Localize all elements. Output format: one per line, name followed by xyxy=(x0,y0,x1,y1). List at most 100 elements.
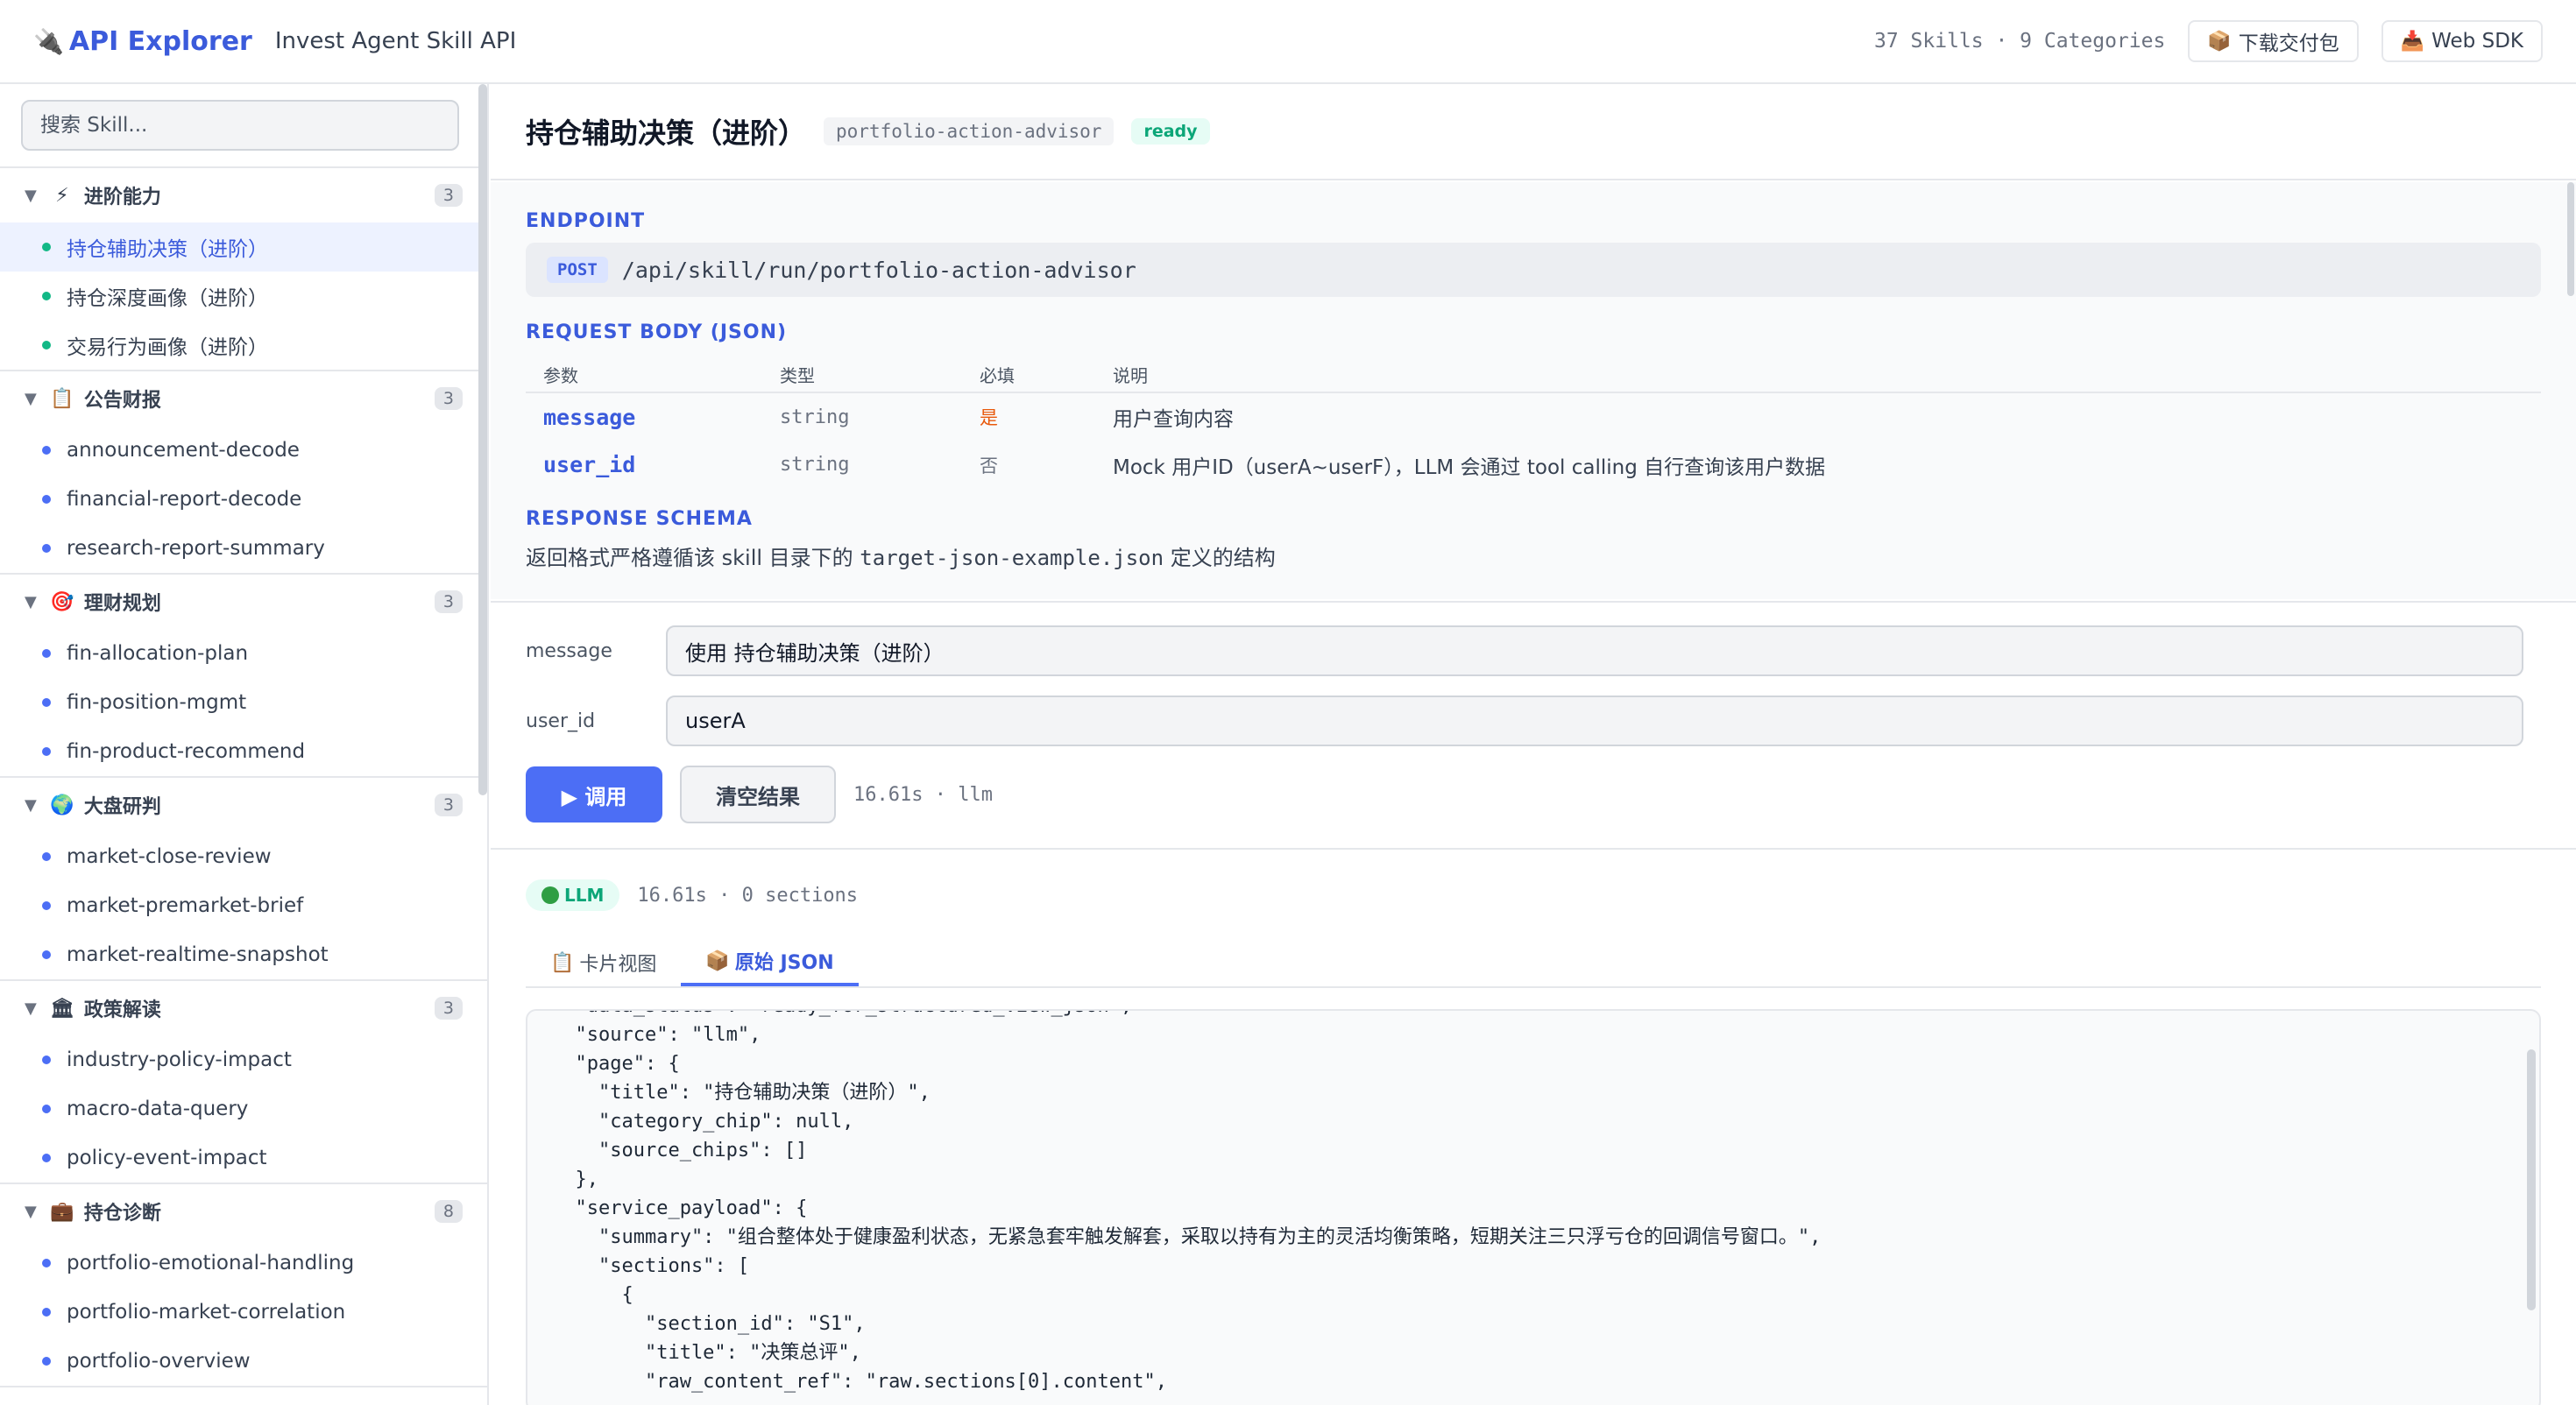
category-header[interactable]: ▼ 🌍 大盘研判 3 xyxy=(0,778,487,832)
sidebar-item-label: macro-data-query xyxy=(67,1098,249,1120)
green-circle-icon xyxy=(541,886,559,904)
col-type: 类型 xyxy=(762,357,962,393)
sidebar-item-label: market-realtime-snapshot xyxy=(67,943,329,966)
sidebar-item[interactable]: industry-policy-impact xyxy=(0,1035,487,1084)
param-type: string xyxy=(780,406,850,428)
bullet-dot-icon xyxy=(42,698,51,707)
schema-note-text-end: 定义的结构 xyxy=(1164,546,1276,570)
bullet-dot-icon xyxy=(42,544,51,553)
bullet-dot-icon xyxy=(42,1105,51,1113)
tab-json-label: 原始 JSON xyxy=(734,952,834,974)
bullet-dot-icon xyxy=(42,1259,51,1267)
run-timing: 16.61s · llm xyxy=(853,783,993,806)
result-tabs: 📋 卡片视图 📦 原始 JSON xyxy=(526,939,2541,988)
sidebar-item[interactable]: macro-data-query xyxy=(0,1084,487,1133)
skill-slug: portfolio-action-advisor xyxy=(824,117,1115,145)
category-count: 3 xyxy=(434,590,463,613)
clear-result-button[interactable]: 清空结果 xyxy=(680,766,836,823)
app-subtitle: Invest Agent Skill API xyxy=(274,28,517,54)
bullet-dot-icon xyxy=(42,649,51,658)
sidebar-item-label: portfolio-market-correlation xyxy=(67,1301,346,1324)
web-sdk-button[interactable]: 📥 Web SDK xyxy=(2381,20,2543,62)
table-row: message string 是 用户查询内容 xyxy=(526,392,2541,441)
bullet-dot-icon xyxy=(42,1357,51,1366)
params-header-row: 参数 类型 必填 说明 xyxy=(526,357,2541,393)
sidebar-item[interactable]: portfolio-overview xyxy=(0,1337,487,1386)
category-header[interactable]: ▼ 🎯 理财规划 3 xyxy=(0,575,487,629)
schema-file-name: target-json-example.json xyxy=(860,546,1164,570)
sidebar-item[interactable]: financial-report-decode xyxy=(0,475,487,524)
json-line: "raw_content_ref": "raw.sections[0].cont… xyxy=(552,1371,1167,1393)
category-header[interactable]: ▼ ⚡ 进阶能力 3 xyxy=(0,168,487,222)
sidebar-item-label: fin-allocation-plan xyxy=(67,642,249,665)
caret-down-icon: ▼ xyxy=(25,795,37,815)
main-panel: 持仓辅助决策（进阶） portfolio-action-advisor read… xyxy=(491,84,2576,1405)
category-group: ▼ 🎯 理财规划 3 fin-allocation-plan fin-position-m… xyxy=(0,575,487,778)
skill-title: 持仓辅助决策（进阶） xyxy=(526,116,807,150)
sidebar-item[interactable]: portfolio-emotional-handling xyxy=(0,1239,487,1288)
invoke-button[interactable]: ▶ 调用 xyxy=(526,766,662,823)
package-icon: 📦 xyxy=(2207,30,2232,53)
category-group: ▼ 🏛 政策解读 3 industry-policy-impact macro-data-… xyxy=(0,981,487,1184)
brand[interactable]: 🔌 API Explorer xyxy=(33,26,252,57)
user-id-input[interactable] xyxy=(666,695,2523,746)
sidebar-item[interactable]: 交易行为画像（进阶） xyxy=(0,321,487,370)
category-header[interactable]: ▼ 💼 持仓诊断 8 xyxy=(0,1184,487,1239)
col-param: 参数 xyxy=(526,357,762,393)
bullet-dot-icon xyxy=(42,950,51,959)
result-header: LLM 16.61s · 0 sections xyxy=(526,851,2541,939)
sidebar-item[interactable]: fin-allocation-plan xyxy=(0,629,487,678)
doc-scrollbar[interactable] xyxy=(2567,182,2574,296)
caret-down-icon: ▼ xyxy=(25,186,37,205)
json-content: "data_status": "ready_for_structured_vie… xyxy=(527,1011,2539,1396)
download-package-button[interactable]: 📦 下载交付包 xyxy=(2188,20,2359,62)
sidebar-item[interactable]: research-report-summary xyxy=(0,524,487,573)
sidebar-item-label: 交易行为画像（进阶） xyxy=(67,336,268,359)
category-icon: 📋 xyxy=(50,387,74,410)
tab-raw-json[interactable]: 📦 原始 JSON xyxy=(681,939,859,986)
category-icon: 💼 xyxy=(50,1200,74,1223)
sidebar-scrollbar[interactable] xyxy=(478,84,487,795)
category-count: 3 xyxy=(434,184,463,207)
bullet-dot-icon xyxy=(42,901,51,910)
json-scrollbar[interactable] xyxy=(2527,1049,2536,1310)
category-header[interactable]: ▼ 🏛 政策解读 3 xyxy=(0,981,487,1035)
json-line: "service_payload": { xyxy=(552,1197,808,1219)
json-line: "source": "llm", xyxy=(552,1024,761,1046)
sidebar-item[interactable]: market-realtime-snapshot xyxy=(0,930,487,979)
tab-card-view[interactable]: 📋 卡片视图 xyxy=(526,939,681,986)
category-name: 进阶能力 xyxy=(83,187,161,208)
response-schema-label: RESPONSE SCHEMA xyxy=(526,508,753,530)
skill-search-input[interactable] xyxy=(21,100,459,151)
json-line: { xyxy=(552,1284,633,1306)
user-id-row: user_id xyxy=(526,695,2541,746)
json-line: "category_chip": null, xyxy=(552,1111,854,1133)
sidebar-item[interactable]: announcement-decode xyxy=(0,426,487,475)
param-desc: Mock 用户ID（userA~userF），LLM 会通过 tool call… xyxy=(1113,455,1826,479)
bullet-dot-icon xyxy=(42,341,51,349)
json-line: "section_id": "S1", xyxy=(552,1313,866,1335)
download-package-label: 下载交付包 xyxy=(2238,32,2339,55)
tab-card-label: 卡片视图 xyxy=(579,954,657,976)
category-name: 大盘研判 xyxy=(83,796,161,818)
sidebar-item-label: research-report-summary xyxy=(67,537,325,560)
sidebar-item[interactable]: policy-event-impact xyxy=(0,1133,487,1183)
json-line: "source_chips": [] xyxy=(552,1140,808,1161)
sidebar-item[interactable]: fin-product-recommend xyxy=(0,727,487,776)
sidebar-item[interactable]: market-close-review xyxy=(0,832,487,881)
category-header[interactable]: ▼ 📋 公告财报 3 xyxy=(0,371,487,426)
clipboard-icon: 📋 xyxy=(550,951,575,974)
sidebar-item[interactable]: market-premarket-brief xyxy=(0,881,487,930)
category-group: ▼ 💼 持仓诊断 8 portfolio-emotional-handling portf… xyxy=(0,1184,487,1387)
sidebar-item[interactable]: portfolio-market-correlation xyxy=(0,1288,487,1337)
category-group: ▼ 🌍 大盘研判 3 market-close-review market-premark… xyxy=(0,778,487,981)
invoke-form: message user_id ▶ 调用 清空结果 16.61s · llm xyxy=(491,601,2576,850)
sidebar-item[interactable]: 持仓辅助决策（进阶） xyxy=(0,222,487,272)
sidebar-item[interactable]: fin-position-mgmt xyxy=(0,678,487,727)
skill-header: 持仓辅助决策（进阶） portfolio-action-advisor read… xyxy=(491,84,2576,180)
json-viewer[interactable]: "data_status": "ready_for_structured_vie… xyxy=(526,1009,2541,1405)
category-name: 公告财报 xyxy=(83,390,161,412)
message-input[interactable] xyxy=(666,625,2523,676)
sidebar-item-label: portfolio-overview xyxy=(67,1350,251,1373)
sidebar-item[interactable]: 持仓深度画像（进阶） xyxy=(0,272,487,321)
